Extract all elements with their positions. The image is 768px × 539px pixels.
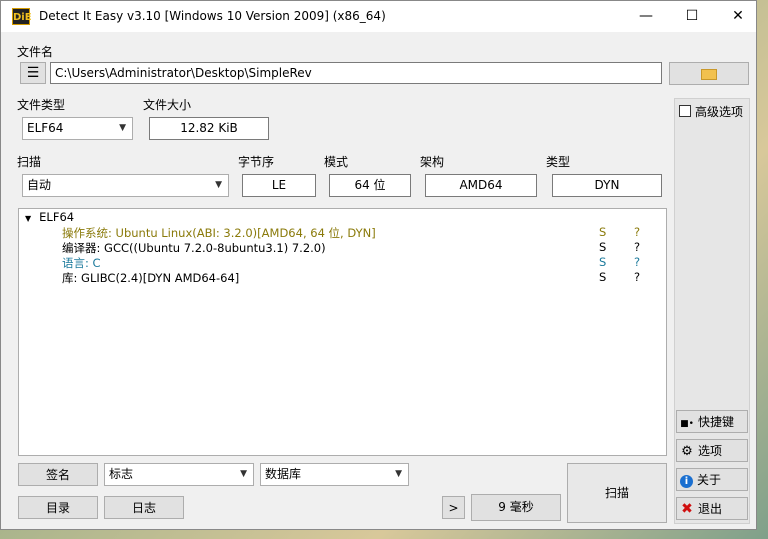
- file-list-button[interactable]: ☰: [20, 62, 46, 84]
- advanced-checkbox[interactable]: [679, 105, 691, 117]
- signatures-button[interactable]: 签名: [18, 463, 98, 486]
- mode-label: 模式: [324, 155, 349, 169]
- result-os-s[interactable]: S: [599, 225, 606, 239]
- result-compiler-q[interactable]: ?: [634, 240, 640, 254]
- elapsed-time: 9 毫秒: [471, 494, 561, 521]
- exit-button[interactable]: ✖ 退出: [676, 497, 748, 520]
- result-os-q[interactable]: ?: [634, 225, 640, 239]
- keyboard-icon: ■•: [680, 419, 694, 429]
- endian-value: LE: [242, 174, 316, 197]
- result-row-compiler[interactable]: 编译器: GCC((Ubuntu 7.2.0-8ubuntu3.1) 7.2.0…: [62, 240, 326, 256]
- maximize-button[interactable]: ☐: [669, 1, 715, 32]
- chevron-down-icon: ▼: [119, 123, 126, 133]
- chevron-down-icon: ▼: [215, 180, 222, 190]
- folder-icon: [701, 69, 717, 80]
- options-label: 选项: [698, 444, 723, 458]
- minimize-icon: —: [639, 8, 653, 24]
- file-size-value: 12.82 KiB: [149, 117, 269, 140]
- file-size-label: 文件大小: [143, 98, 192, 112]
- gear-icon: ⚙: [681, 444, 693, 459]
- directory-button[interactable]: 目录: [18, 496, 98, 519]
- results-tree[interactable]: ▼ ELF64 操作系统: Ubuntu Linux(ABI: 3.2.0)[AM…: [18, 208, 667, 456]
- close-icon: ✕: [732, 8, 744, 24]
- shortcuts-label: 快捷键: [698, 415, 735, 429]
- result-library-q[interactable]: ?: [634, 270, 640, 284]
- about-button[interactable]: i 关于: [676, 468, 748, 491]
- info-icon: i: [680, 475, 693, 488]
- exit-label: 退出: [698, 502, 723, 516]
- endian-label: 字节序: [238, 155, 275, 169]
- title-bar[interactable]: DiE Detect It Easy v3.10 [Windows 10 Ver…: [1, 1, 756, 32]
- flags-value: 标志: [109, 467, 134, 481]
- next-button[interactable]: >: [442, 496, 465, 519]
- scan-mode-select[interactable]: 自动 ▼: [22, 174, 229, 197]
- scan-label: 扫描: [17, 155, 42, 169]
- result-os-text: 操作系统: Ubuntu Linux(ABI: 3.2.0)[AMD64, 64…: [62, 226, 376, 240]
- arch-value: AMD64: [425, 174, 537, 197]
- result-row-library[interactable]: 库: GLIBC(2.4)[DYN AMD64-64]: [62, 270, 239, 286]
- close-button[interactable]: ✕: [715, 1, 761, 32]
- result-compiler-text: 编译器: GCC((Ubuntu 7.2.0-8ubuntu3.1) 7.2.0…: [62, 241, 326, 255]
- app-logo-icon: DiE: [12, 8, 32, 25]
- result-library-text: 库: GLIBC(2.4)[DYN AMD64-64]: [62, 271, 240, 285]
- tree-root-label: ELF64: [39, 210, 75, 224]
- database-select[interactable]: 数据库 ▼: [260, 463, 409, 486]
- open-file-button[interactable]: [669, 62, 749, 85]
- result-compiler-s[interactable]: S: [599, 240, 606, 254]
- scan-button[interactable]: 扫描: [567, 463, 667, 523]
- file-type-value: ELF64: [27, 121, 64, 135]
- result-row-os[interactable]: 操作系统: Ubuntu Linux(ABI: 3.2.0)[AMD64, 64…: [62, 225, 376, 241]
- result-language-q[interactable]: ?: [634, 255, 640, 269]
- main-window: DiE Detect It Easy v3.10 [Windows 10 Ver…: [0, 0, 757, 530]
- file-type-label: 文件类型: [17, 98, 66, 112]
- file-path-input[interactable]: C:\Users\Administrator\Desktop\SimpleRev: [50, 62, 662, 84]
- type-value: DYN: [552, 174, 662, 197]
- list-icon: ☰: [26, 65, 40, 81]
- advanced-label: 高级选项: [695, 105, 744, 119]
- mode-value: 64 位: [329, 174, 411, 197]
- options-button[interactable]: ⚙ 选项: [676, 439, 748, 462]
- result-library-s[interactable]: S: [599, 270, 606, 284]
- minimize-button[interactable]: —: [623, 1, 669, 32]
- chevron-down-icon: ▼: [395, 469, 402, 479]
- about-label: 关于: [697, 473, 722, 487]
- result-language-s[interactable]: S: [599, 255, 606, 269]
- file-type-select[interactable]: ELF64 ▼: [22, 117, 133, 140]
- flags-select[interactable]: 标志 ▼: [104, 463, 254, 486]
- chevron-down-icon: ▼: [240, 469, 247, 479]
- type-label: 类型: [546, 155, 571, 169]
- scan-mode-value: 自动: [27, 178, 52, 192]
- result-language-text: 语言: C: [62, 256, 101, 270]
- shortcuts-button[interactable]: ■• 快捷键: [676, 410, 748, 433]
- window-title: Detect It Easy v3.10 [Windows 10 Version…: [39, 9, 386, 23]
- arch-label: 架构: [420, 155, 445, 169]
- database-value: 数据库: [265, 467, 302, 481]
- file-name-label: 文件名: [17, 45, 54, 59]
- log-button[interactable]: 日志: [104, 496, 184, 519]
- tree-expand-icon[interactable]: ▼: [25, 214, 31, 223]
- maximize-icon: ☐: [685, 8, 699, 24]
- result-row-language[interactable]: 语言: C: [62, 255, 101, 271]
- tree-root-row[interactable]: ▼ ELF64: [25, 210, 74, 224]
- exit-x-icon: ✖: [681, 501, 693, 517]
